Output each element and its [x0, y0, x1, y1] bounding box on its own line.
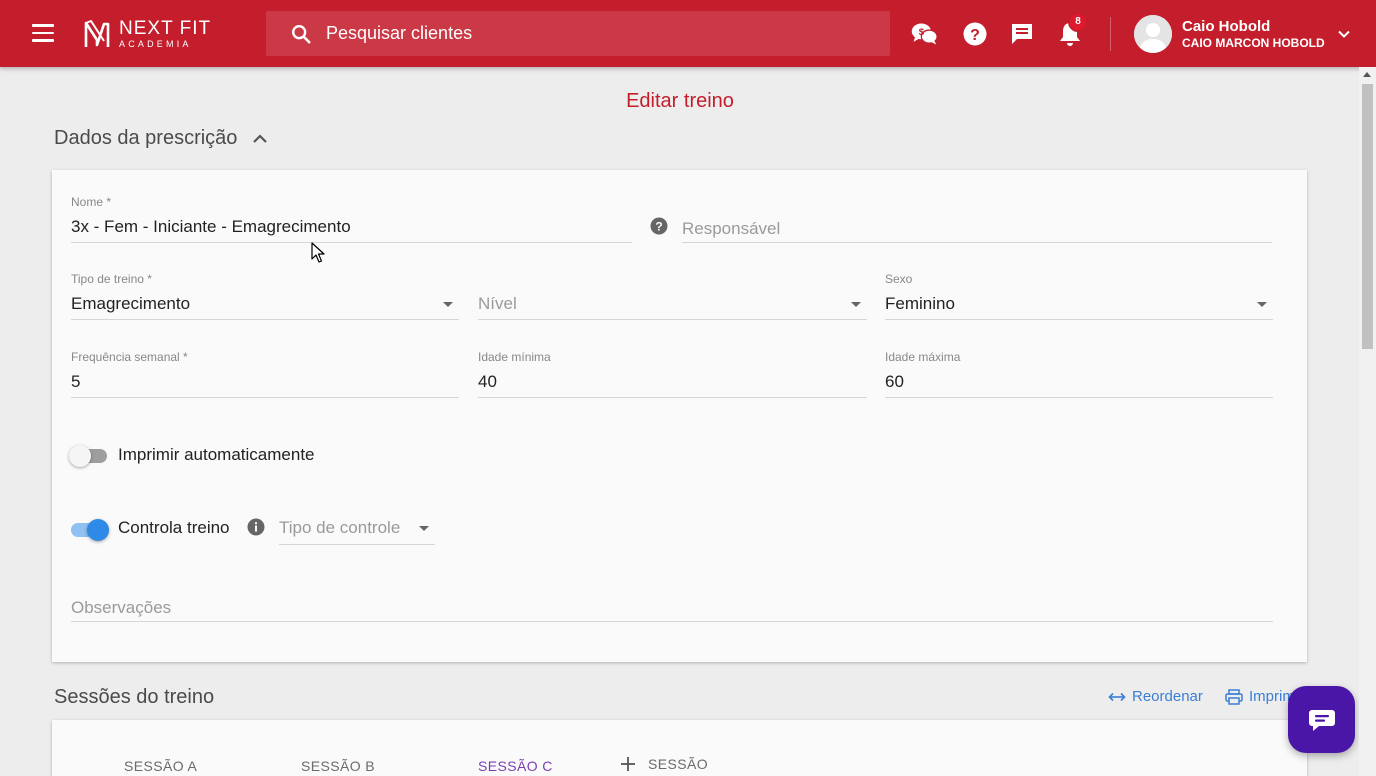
reorder-button[interactable]: Reordenar [1108, 688, 1203, 705]
section-sessions-header: Sessões do treino [54, 686, 214, 709]
frequencia-field[interactable]: Frequência semanal * 5 [71, 350, 459, 398]
tab-sessao-c[interactable]: SESSÃO C [478, 758, 553, 774]
scrollbar[interactable] [1359, 67, 1376, 776]
avatar-person-icon [1134, 15, 1172, 53]
section-sessions-title: Sessões do treino [54, 686, 215, 708]
observacoes-placeholder: Observações [71, 598, 172, 617]
user-name: Caio Hobold [1182, 17, 1271, 35]
nome-value[interactable]: 3x - Fem - Iniciante - Emagrecimento [71, 217, 351, 237]
responsavel-field[interactable]: Responsável [682, 195, 1272, 243]
dropdown-arrow-icon [419, 526, 429, 531]
toggle-thumb [69, 445, 91, 467]
svg-text:?: ? [655, 220, 662, 234]
brand-sub: ACADEMIA [119, 39, 192, 49]
svg-text:$: $ [919, 27, 925, 38]
header-divider [1110, 17, 1111, 51]
tab-sessao-a[interactable]: SESSÃO A [124, 758, 197, 774]
chat-button[interactable] [1288, 686, 1355, 753]
logo[interactable]: NEXT FIT ACADEMIA [83, 17, 211, 51]
nivel-select[interactable]: Nível [478, 272, 867, 320]
tipo-controle-placeholder: Tipo de controle [279, 518, 401, 537]
info-icon[interactable] [247, 518, 265, 536]
idade-minima-value[interactable]: 40 [478, 372, 497, 392]
tipo-treino-label: Tipo de treino * [71, 272, 152, 286]
plus-icon [621, 757, 635, 771]
observacoes-field[interactable]: Observações [71, 588, 1273, 622]
section-prescription-header[interactable]: Dados da prescrição [54, 127, 271, 150]
tipo-controle-select[interactable]: Tipo de controle [279, 514, 435, 545]
section-prescription-title: Dados da prescrição [54, 127, 238, 149]
scroll-up-arrow-icon[interactable] [1363, 72, 1371, 77]
chat-bubble-icon [1308, 709, 1335, 731]
nome-label: Nome * [71, 195, 112, 209]
chevron-down-icon[interactable] [1337, 27, 1351, 41]
brand-name: NEXT FIT [119, 18, 212, 39]
nome-field[interactable]: Nome * 3x - Fem - Iniciante - Emagrecime… [71, 195, 632, 243]
help-icon[interactable]: ? [961, 20, 989, 48]
controla-label: Controla treino [118, 518, 230, 537]
controla-toggle[interactable] [69, 517, 109, 541]
prescription-card: Nome * 3x - Fem - Iniciante - Emagrecime… [52, 170, 1307, 662]
sexo-value: Feminino [885, 294, 955, 313]
notification-badge: 8 [1068, 12, 1088, 32]
help-circle-icon[interactable]: ? [650, 217, 668, 235]
nivel-placeholder: Nível [478, 294, 517, 313]
dropdown-arrow-icon [1257, 302, 1267, 307]
printer-icon [1225, 688, 1243, 705]
reorder-label: Reordenar [1132, 688, 1203, 705]
frequencia-value[interactable]: 5 [71, 372, 80, 392]
sexo-select[interactable]: Sexo Feminino [885, 272, 1273, 320]
mouse-cursor-icon [311, 242, 325, 263]
idade-maxima-value[interactable]: 60 [885, 372, 904, 392]
search-input[interactable] [326, 23, 826, 44]
page-title: Editar treino [626, 90, 734, 112]
add-session-label: SESSÃO [648, 756, 708, 772]
swap-horizontal-icon [1108, 692, 1126, 701]
sessions-card: SESSÃO A SESSÃO B SESSÃO C SESSÃO [52, 720, 1307, 776]
logo-mark-icon [84, 20, 110, 47]
message-icon[interactable] [1008, 20, 1036, 48]
sexo-label: Sexo [885, 272, 913, 286]
scrollbar-thumb[interactable] [1362, 84, 1373, 349]
search-icon [292, 24, 311, 44]
imprimir-label: Imprimir automaticamente [118, 445, 315, 464]
idade-maxima-field[interactable]: Idade máxima 60 [885, 350, 1273, 398]
dropdown-arrow-icon [443, 302, 453, 307]
top-bar: NEXT FIT ACADEMIA $ ? 8 [0, 0, 1376, 67]
frequencia-label: Frequência semanal * [71, 350, 188, 364]
user-full-name: CAIO MARCON HOBOLD [1182, 35, 1325, 50]
tab-sessao-b[interactable]: SESSÃO B [301, 758, 375, 774]
svg-text:?: ? [970, 27, 980, 44]
imprimir-toggle[interactable] [69, 443, 109, 467]
toggle-thumb [87, 519, 109, 541]
idade-minima-label: Idade mínima [478, 350, 551, 364]
add-session-button[interactable]: SESSÃO [620, 756, 708, 772]
menu-icon[interactable] [32, 24, 54, 42]
money-chat-icon[interactable]: $ [910, 20, 938, 48]
search-bar[interactable] [266, 11, 890, 56]
idade-minima-field[interactable]: Idade mínima 40 [478, 350, 867, 398]
avatar [1134, 15, 1172, 53]
tipo-treino-select[interactable]: Tipo de treino * Emagrecimento [71, 272, 459, 320]
chevron-up-icon[interactable] [249, 128, 271, 150]
responsavel-placeholder: Responsável [682, 219, 781, 238]
tipo-treino-value: Emagrecimento [71, 294, 191, 313]
dropdown-arrow-icon [851, 302, 861, 307]
user-menu[interactable]: Caio Hobold CAIO MARCON HOBOLD [1134, 14, 1351, 54]
idade-maxima-label: Idade máxima [885, 350, 961, 364]
